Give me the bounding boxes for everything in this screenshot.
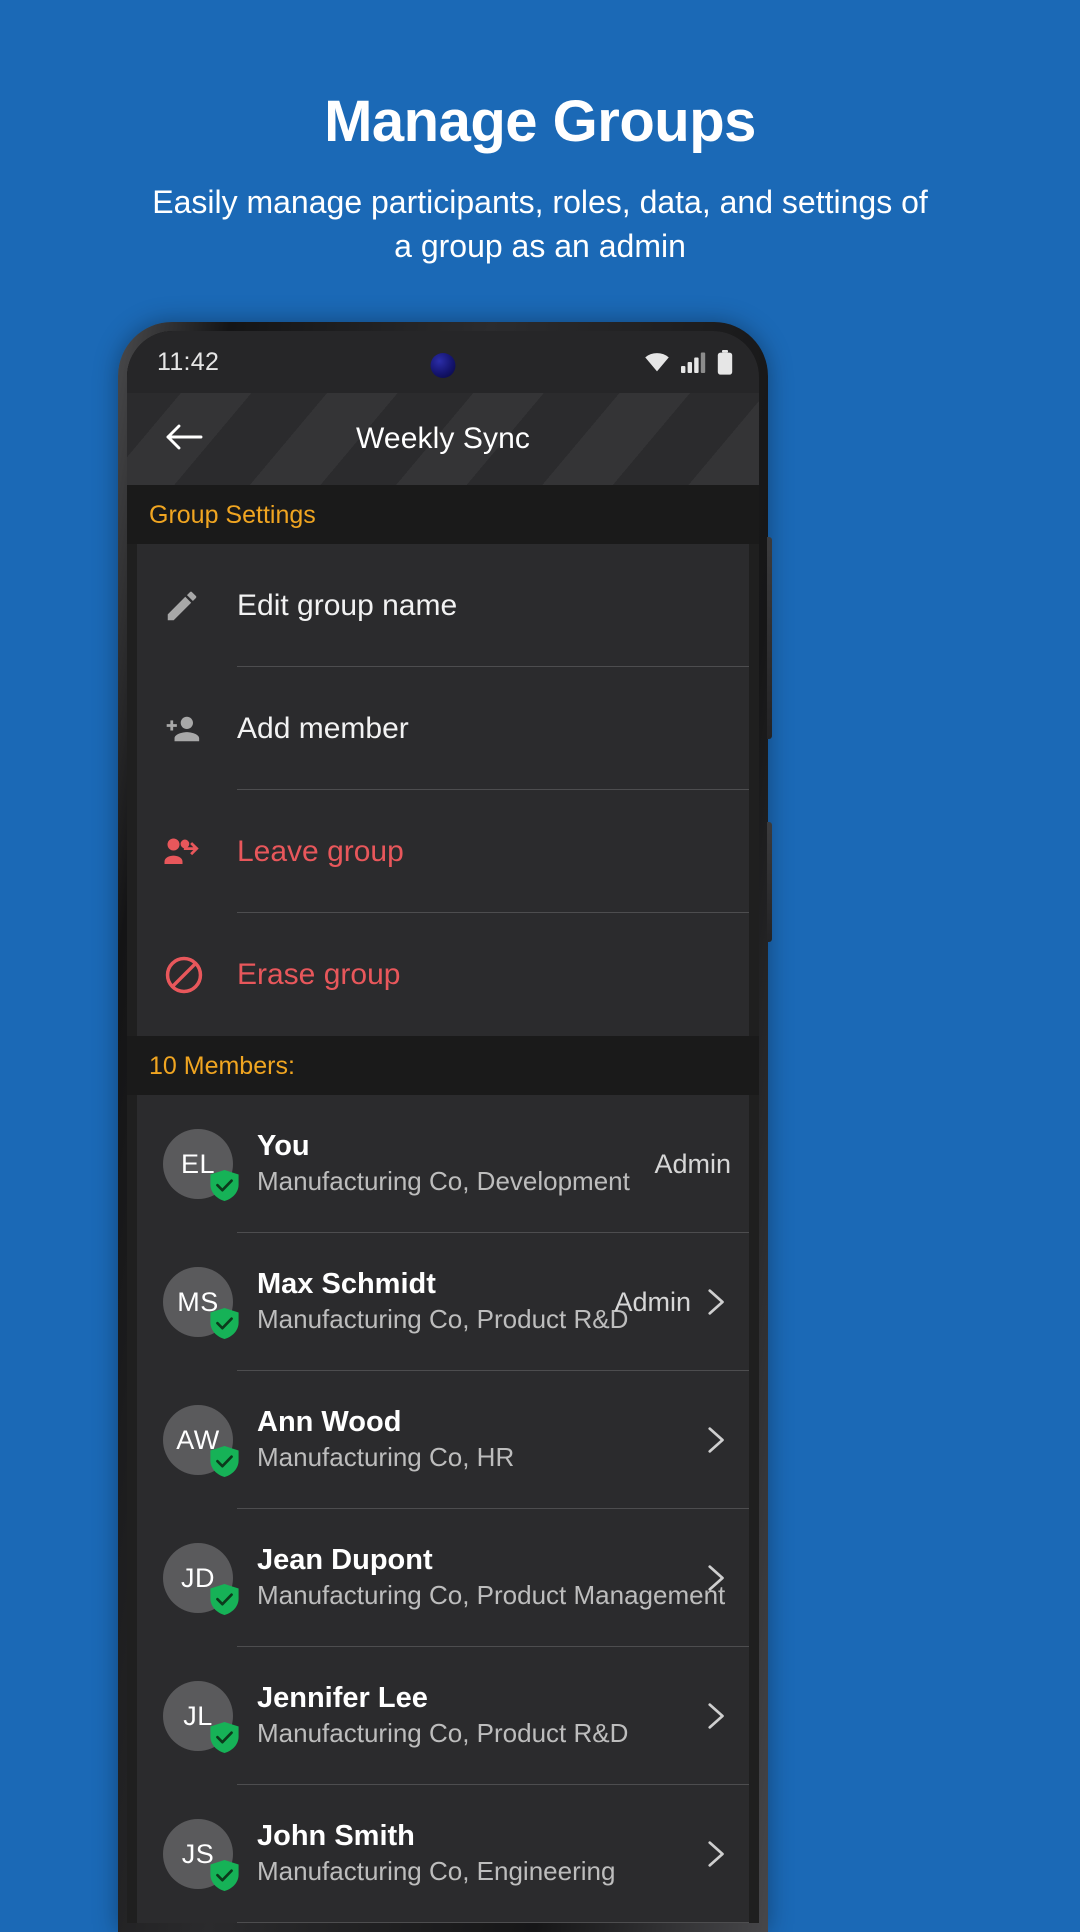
group-settings-card: Edit group name Add member Leave group E… [137, 544, 749, 1036]
avatar: JL [163, 1681, 239, 1753]
app-bar: Weekly Sync [127, 393, 759, 485]
member-trailing [697, 1561, 731, 1595]
member-info: You Manufacturing Co, Development [257, 1129, 654, 1198]
power-button[interactable] [767, 822, 772, 942]
member-subtitle: Manufacturing Co, Product Management [257, 1579, 726, 1610]
settings-label: Erase group [237, 957, 401, 991]
status-time: 11:42 [157, 347, 220, 376]
member-trailing [697, 1699, 731, 1733]
member-row[interactable]: JS John Smith Manufacturing Co, Engineer… [137, 1785, 749, 1923]
phone-mockup: 11:42 Weekly Sync Group Settings Edit gr… [118, 322, 772, 1932]
member-row[interactable]: MS Max Schmidt Manufacturing Co, Product… [137, 1233, 749, 1371]
promo-subtitle: Easily manage participants, roles, data,… [152, 184, 928, 265]
status-bar: 11:42 [127, 331, 759, 393]
page-title: Manage Groups [324, 89, 756, 154]
members-header: 10 Members: [127, 1036, 759, 1095]
chevron-right-icon[interactable] [697, 1699, 731, 1733]
group-settings-header: Group Settings [127, 485, 759, 544]
settings-row-edit-group-name[interactable]: Edit group name [137, 544, 749, 667]
chevron-right-icon[interactable] [697, 1285, 731, 1319]
member-name: Jean Dupont [257, 1544, 433, 1577]
settings-row-add-member[interactable]: Add member [137, 667, 749, 790]
person-add-icon [163, 710, 237, 748]
volume-button[interactable] [767, 537, 772, 739]
block-circle-icon [163, 954, 237, 996]
cellular-signal-icon [681, 352, 706, 373]
member-name: Ann Wood [257, 1406, 402, 1439]
person-exit-icon [163, 835, 237, 869]
member-row[interactable]: JD Jean Dupont Manufacturing Co, Product… [137, 1509, 749, 1647]
members-card: EL You Manufacturing Co, Development Adm… [137, 1095, 749, 1923]
promo-banner: Manage Groups Easily manage participants… [0, 0, 1080, 1932]
member-name: Max Schmidt [257, 1268, 436, 1301]
member-row[interactable]: JL Jennifer Lee Manufacturing Co, Produc… [137, 1647, 749, 1785]
member-subtitle: Manufacturing Co, Product R&D [257, 1303, 629, 1334]
member-row[interactable]: EL You Manufacturing Co, Development Adm… [137, 1095, 749, 1233]
chevron-right-icon[interactable] [697, 1423, 731, 1457]
chevron-right-icon[interactable] [697, 1561, 731, 1595]
settings-row-leave-group[interactable]: Leave group [137, 790, 749, 913]
settings-label: Edit group name [237, 588, 458, 622]
status-icon-group [644, 349, 733, 375]
member-subtitle: Manufacturing Co, HR [257, 1441, 515, 1472]
back-button[interactable] [149, 421, 219, 458]
member-role-badge: Admin [654, 1148, 731, 1179]
verified-shield-icon [210, 1446, 239, 1477]
avatar: JS [163, 1819, 239, 1891]
verified-shield-icon [210, 1308, 239, 1339]
phone-screen: 11:42 Weekly Sync Group Settings Edit gr… [127, 331, 759, 1923]
front-camera-punch-hole [430, 353, 456, 378]
member-name: Jennifer Lee [257, 1682, 428, 1715]
member-row[interactable]: AW Ann Wood Manufacturing Co, HR [137, 1371, 749, 1509]
back-arrow-icon [164, 421, 204, 458]
app-bar-title: Weekly Sync [356, 422, 530, 455]
avatar: JD [163, 1543, 239, 1615]
member-trailing: Admin [654, 1149, 731, 1180]
member-info: John Smith Manufacturing Co, Engineering [257, 1819, 697, 1888]
member-trailing [697, 1423, 731, 1457]
settings-row-erase-group[interactable]: Erase group [137, 913, 749, 1036]
member-info: Ann Wood Manufacturing Co, HR [257, 1405, 697, 1474]
battery-icon [717, 349, 733, 375]
member-name: John Smith [257, 1820, 415, 1853]
wifi-icon [644, 352, 670, 373]
member-name: You [257, 1130, 310, 1163]
verified-shield-icon [210, 1722, 239, 1753]
settings-label: Add member [237, 711, 409, 745]
member-trailing [697, 1837, 731, 1871]
avatar: MS [163, 1267, 239, 1339]
member-role-badge: Admin [614, 1286, 691, 1317]
verified-shield-icon [210, 1170, 239, 1201]
settings-label: Leave group [237, 834, 404, 868]
member-subtitle: Manufacturing Co, Engineering [257, 1855, 616, 1886]
member-info: Jean Dupont Manufacturing Co, Product Ma… [257, 1543, 726, 1612]
verified-shield-icon [210, 1860, 239, 1891]
verified-shield-icon [210, 1584, 239, 1615]
member-trailing: Admin [614, 1285, 731, 1319]
member-info: Max Schmidt Manufacturing Co, Product R&… [257, 1267, 629, 1336]
avatar: EL [163, 1129, 239, 1201]
member-subtitle: Manufacturing Co, Product R&D [257, 1717, 629, 1748]
pencil-icon [163, 587, 237, 625]
member-subtitle: Manufacturing Co, Development [257, 1165, 630, 1196]
chevron-right-icon[interactable] [697, 1837, 731, 1871]
member-info: Jennifer Lee Manufacturing Co, Product R… [257, 1681, 697, 1750]
avatar: AW [163, 1405, 239, 1477]
